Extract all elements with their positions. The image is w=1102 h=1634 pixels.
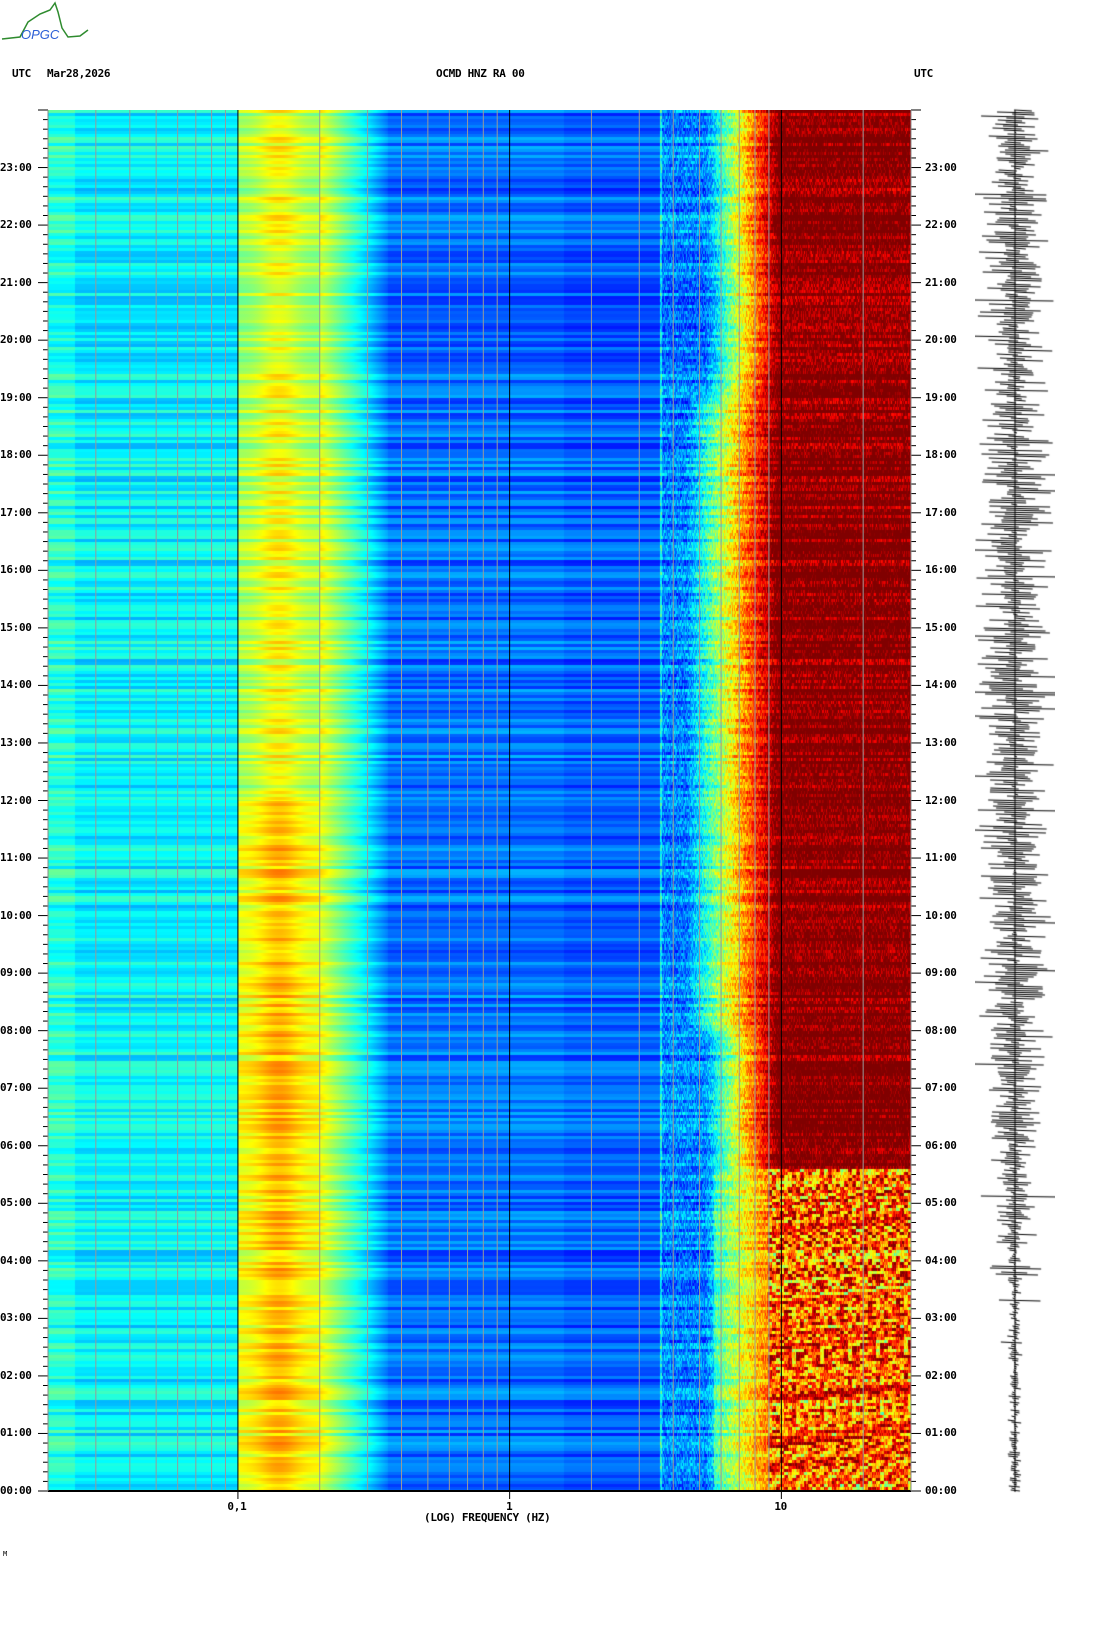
y-tick-label-l: 19:00 — [0, 390, 32, 404]
y-tick-label-r: 05:00 — [925, 1196, 957, 1210]
y-tick-label-l: 16:00 — [0, 563, 32, 577]
y-tick-label-r: 00:00 — [925, 1484, 957, 1497]
y-tick-label-l: 09:00 — [0, 966, 32, 980]
y-tick-label-r: 14:00 — [925, 678, 957, 692]
spectrogram-page: OPGC UTC Mar28,2026 OCMD HNZ RA 00 UTC (… — [0, 0, 1102, 1634]
x-tick-label: 10 — [774, 1500, 787, 1513]
y-tick-label-r: 13:00 — [925, 735, 957, 749]
y-tick-label-r: 17:00 — [925, 505, 957, 519]
y-tick-label-l: 20:00 — [0, 333, 32, 347]
y-tick-label-r: 15:00 — [925, 620, 957, 634]
y-tick-label-l: 12:00 — [0, 793, 32, 807]
y-tick-label-l: 06:00 — [0, 1138, 32, 1152]
y-tick-label-l: 07:00 — [0, 1081, 32, 1095]
y-tick-label-r: 19:00 — [925, 390, 957, 404]
axes-overlay — [38, 109, 921, 1499]
y-tick-label-l: 05:00 — [0, 1196, 32, 1210]
y-tick-label-r: 18:00 — [925, 448, 957, 462]
seismogram-trace — [975, 105, 1055, 1497]
y-tick-label-l: 23:00 — [0, 160, 32, 174]
y-tick-label-l: 08:00 — [0, 1023, 32, 1037]
y-tick-label-r: 11:00 — [925, 851, 957, 865]
y-tick-label-l: 02:00 — [0, 1368, 32, 1382]
y-tick-label-l: 10:00 — [0, 908, 32, 922]
y-tick-label-l: 00:00 — [0, 1484, 32, 1497]
y-tick-label-r: 02:00 — [925, 1368, 957, 1382]
y-tick-label-l: 11:00 — [0, 851, 32, 865]
footer-mark: M — [3, 1550, 8, 1558]
y-tick-label-r: 21:00 — [925, 275, 957, 289]
y-tick-label-l: 21:00 — [0, 275, 32, 289]
x-axis-label: (LOG) FREQUENCY (HZ) — [424, 1511, 551, 1524]
y-tick-label-r: 12:00 — [925, 793, 957, 807]
y-tick-label-r: 09:00 — [925, 966, 957, 980]
y-tick-label-r: 07:00 — [925, 1081, 957, 1095]
y-tick-label-r: 22:00 — [925, 218, 957, 232]
y-tick-label-l: 13:00 — [0, 735, 32, 749]
y-tick-label-r: 20:00 — [925, 333, 957, 347]
y-tick-label-l: 15:00 — [0, 620, 32, 634]
y-tick-label-l: 04:00 — [0, 1253, 32, 1267]
y-tick-label-r: 23:00 — [925, 160, 957, 174]
y-tick-label-r: 03:00 — [925, 1311, 957, 1325]
y-tick-label-l: 17:00 — [0, 505, 32, 519]
x-tick-label: 0,1 — [227, 1500, 247, 1513]
y-tick-label-l: 01:00 — [0, 1426, 32, 1440]
x-tick-label: 1 — [506, 1500, 513, 1513]
y-tick-label-r: 10:00 — [925, 908, 957, 922]
y-tick-label-r: 08:00 — [925, 1023, 957, 1037]
y-tick-label-l: 03:00 — [0, 1311, 32, 1325]
y-tick-label-l: 14:00 — [0, 678, 32, 692]
y-tick-label-r: 04:00 — [925, 1253, 957, 1267]
y-tick-label-l: 22:00 — [0, 218, 32, 232]
y-tick-label-r: 01:00 — [925, 1426, 957, 1440]
y-tick-label-r: 16:00 — [925, 563, 957, 577]
y-tick-label-l: 18:00 — [0, 448, 32, 462]
y-tick-label-r: 06:00 — [925, 1138, 957, 1152]
